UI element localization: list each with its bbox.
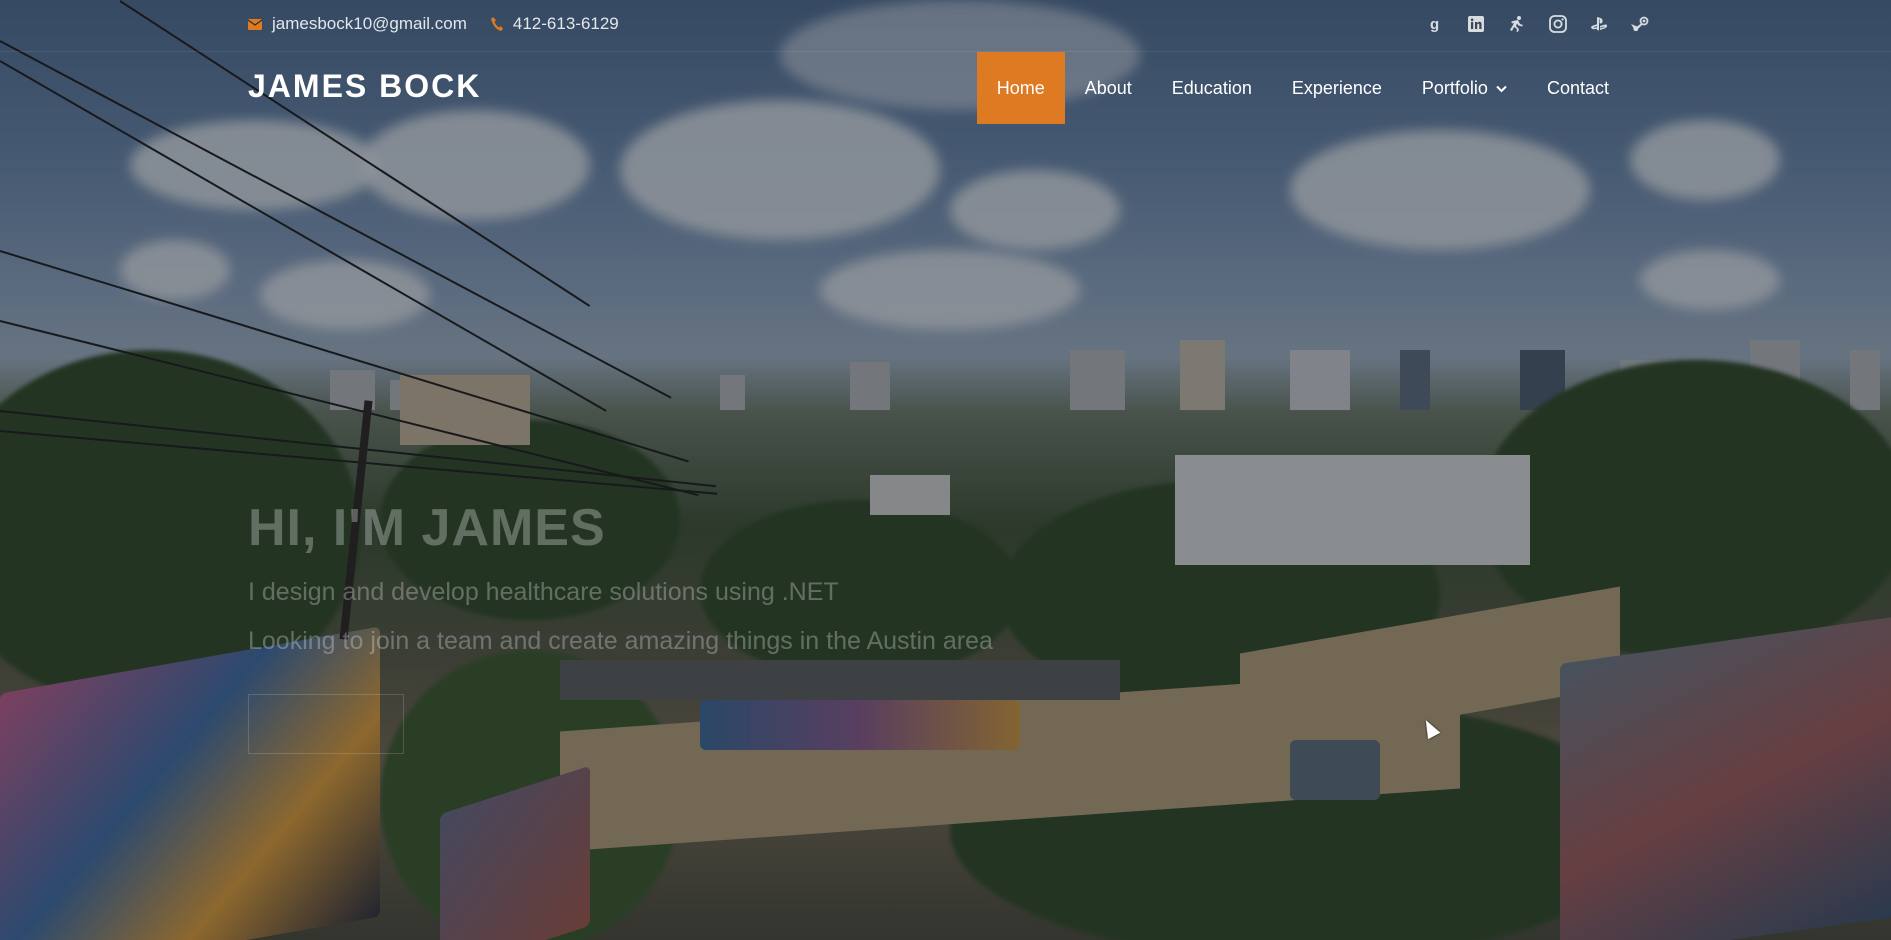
phone-link[interactable]: 412-613-6129 xyxy=(513,14,619,34)
playstation-icon[interactable] xyxy=(1589,14,1608,33)
nav-portfolio-label: Portfolio xyxy=(1421,77,1488,98)
hero-subtagline: Looking to join a team and create amazin… xyxy=(248,627,993,655)
hero-intro: HI, I'M JAMES I design and develop healt… xyxy=(248,498,993,656)
phone-icon xyxy=(490,17,503,31)
hero-cta-button[interactable] xyxy=(248,694,404,754)
goodreads-icon[interactable]: g xyxy=(1425,14,1444,33)
top-bar: jamesbock10@gmail.com 412-613-6129 g xyxy=(0,0,1891,52)
instagram-icon[interactable] xyxy=(1548,14,1567,33)
site-header: JAMES BOCK Home About Education Experien… xyxy=(0,52,1891,124)
envelope-icon xyxy=(248,18,262,30)
nav-experience[interactable]: Experience xyxy=(1272,52,1402,124)
steam-icon[interactable] xyxy=(1630,14,1649,33)
phone-contact[interactable]: 412-613-6129 xyxy=(490,14,619,34)
email-contact[interactable]: jamesbock10@gmail.com xyxy=(248,14,467,34)
nav-home[interactable]: Home xyxy=(976,52,1065,124)
nav-about[interactable]: About xyxy=(1065,52,1152,124)
hero-background-image xyxy=(0,0,1891,940)
hero-tagline: I design and develop healthcare solution… xyxy=(248,578,839,606)
hero-title: HI, I'M JAMES xyxy=(248,499,606,557)
site-logo[interactable]: JAMES BOCK xyxy=(248,68,481,105)
nav-portfolio[interactable]: Portfolio xyxy=(1402,52,1527,124)
strava-icon[interactable] xyxy=(1507,14,1526,33)
nav-contact[interactable]: Contact xyxy=(1527,52,1629,124)
chevron-down-icon xyxy=(1496,82,1507,96)
email-link[interactable]: jamesbock10@gmail.com xyxy=(272,14,467,34)
social-links: g xyxy=(1425,14,1649,33)
contact-info: jamesbock10@gmail.com 412-613-6129 xyxy=(248,14,643,34)
svg-text:g: g xyxy=(1430,16,1439,33)
linkedin-icon[interactable] xyxy=(1466,14,1485,33)
main-nav: Home About Education Experience Portfoli… xyxy=(976,52,1629,124)
nav-education[interactable]: Education xyxy=(1152,52,1272,124)
